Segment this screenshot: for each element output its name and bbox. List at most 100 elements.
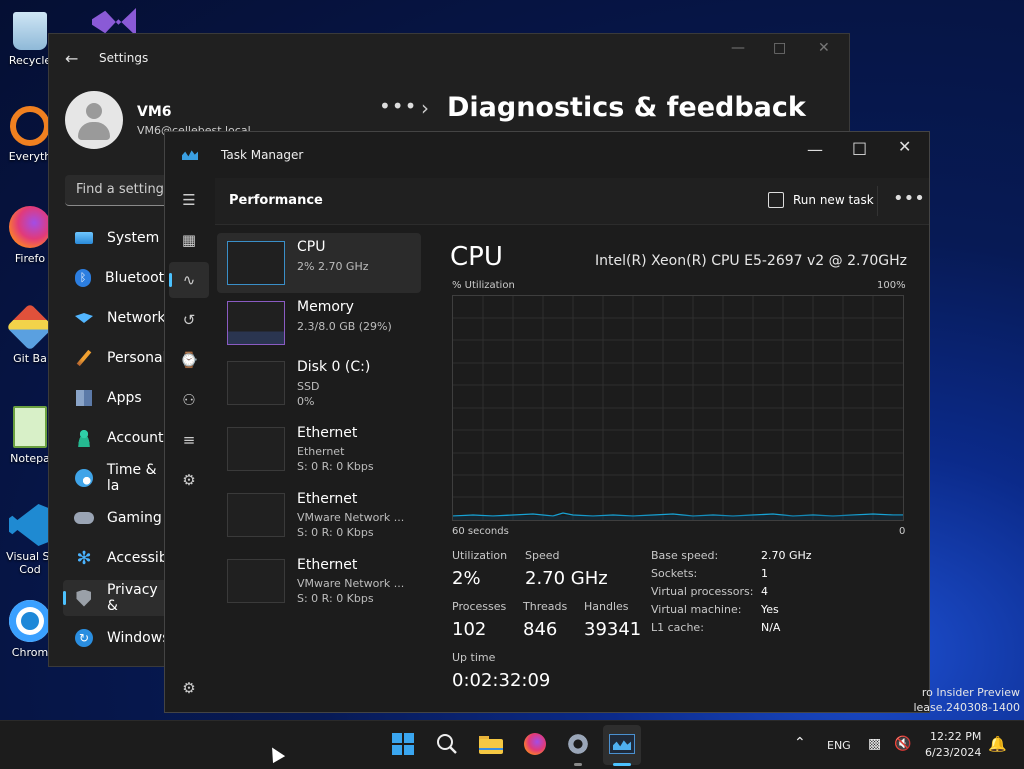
desktop-icon-label: Recycle bbox=[8, 54, 52, 67]
cpu-graph-svg bbox=[453, 296, 903, 520]
settings-nav: System ᛒ Bluetooth Network Personali Apps… bbox=[63, 220, 173, 660]
perf-item-name: Ethernet bbox=[297, 557, 358, 573]
nav-item-gaming[interactable]: Gaming bbox=[63, 500, 173, 536]
minimize-icon[interactable]: — bbox=[807, 140, 823, 159]
detail-key: Sockets: bbox=[651, 567, 698, 580]
perf-item-sub: S: 0 R: 0 Kbps bbox=[297, 592, 374, 605]
nav-item-windows-update[interactable]: ↻ Windows bbox=[63, 620, 173, 656]
perf-item-sub: 2% 2.70 GHz bbox=[297, 260, 369, 273]
volume-muted-icon[interactable]: 🔇 bbox=[894, 736, 911, 752]
uptime-value: 0:02:32:09 bbox=[452, 670, 551, 691]
minimize-icon[interactable]: — bbox=[731, 40, 745, 56]
nav-item-apps[interactable]: Apps bbox=[63, 380, 173, 416]
settings-gear-icon[interactable]: ⚙ bbox=[177, 676, 201, 700]
details-list-icon[interactable]: ≡ bbox=[177, 428, 201, 452]
run-new-task-button[interactable]: Run new task bbox=[768, 192, 874, 208]
gamepad-icon bbox=[73, 507, 95, 529]
nav-item-time-language[interactable]: Time & la bbox=[63, 460, 173, 496]
speed-value: 2.70 GHz bbox=[525, 568, 608, 589]
perf-item-ethernet-3[interactable]: Ethernet VMware Network ... S: 0 R: 0 Kb… bbox=[217, 551, 421, 611]
perf-item-sub: VMware Network ... bbox=[297, 577, 405, 590]
maximize-icon[interactable]: □ bbox=[773, 40, 786, 56]
nav-item-bluetooth[interactable]: ᛒ Bluetooth bbox=[63, 260, 173, 296]
language-indicator[interactable]: ENG bbox=[827, 739, 851, 752]
graph-label-utilization: % Utilization bbox=[452, 280, 515, 291]
perf-item-sub: VMware Network ... bbox=[297, 511, 405, 524]
accessibility-icon: ✻ bbox=[76, 547, 92, 569]
detail-value: Yes bbox=[761, 603, 779, 616]
perf-item-sub: S: 0 R: 0 Kbps bbox=[297, 526, 374, 539]
header-divider bbox=[877, 186, 878, 216]
everything-search-icon bbox=[10, 106, 50, 146]
threads-value: 846 bbox=[523, 619, 558, 640]
run-task-icon bbox=[768, 192, 784, 208]
desktop-icon-label: Chrom bbox=[11, 646, 49, 659]
nav-label: Windows bbox=[107, 630, 170, 646]
breadcrumb-more-button[interactable]: ••• bbox=[379, 94, 417, 118]
chrome-icon bbox=[9, 600, 51, 642]
task-manager-title: Task Manager bbox=[221, 148, 304, 162]
settings-running-indicator bbox=[574, 763, 582, 766]
detail-value: 2.70 GHz bbox=[761, 549, 812, 562]
close-icon[interactable]: ✕ bbox=[898, 137, 911, 156]
person-icon bbox=[73, 427, 95, 449]
users-icon[interactable]: ⚇ bbox=[177, 388, 201, 412]
nav-item-system[interactable]: System bbox=[63, 220, 173, 256]
windows-logo bbox=[392, 733, 414, 755]
processes-label: Processes bbox=[452, 600, 507, 613]
task-manager-icon[interactable] bbox=[609, 731, 635, 757]
performance-header: Performance Run new task ••• bbox=[215, 178, 929, 225]
nav-item-privacy-security[interactable]: Privacy & bbox=[63, 580, 173, 616]
nav-label: Accessibi bbox=[107, 550, 172, 566]
recycle-bin-icon bbox=[13, 12, 47, 50]
visual-studio-icon[interactable] bbox=[92, 8, 136, 36]
perf-item-memory[interactable]: Memory 2.3/8.0 GB (29%) bbox=[217, 293, 421, 353]
performance-icon[interactable]: ∿ bbox=[177, 268, 201, 292]
maximize-icon[interactable]: □ bbox=[852, 138, 867, 157]
processes-icon[interactable]: ▦ bbox=[177, 228, 201, 252]
start-windows-icon[interactable] bbox=[390, 731, 416, 757]
nav-item-personalization[interactable]: Personali bbox=[63, 340, 173, 376]
close-icon[interactable]: ✕ bbox=[818, 40, 830, 56]
nav-label: Gaming bbox=[107, 510, 162, 526]
clock-date[interactable]: 6/23/2024 bbox=[925, 746, 981, 759]
detail-key: Base speed: bbox=[651, 549, 719, 562]
more-options-button[interactable]: ••• bbox=[893, 188, 925, 209]
bluetooth-icon: ᛒ bbox=[73, 267, 93, 289]
update-icon: ↻ bbox=[73, 627, 95, 649]
detail-key: Virtual processors: bbox=[651, 585, 754, 598]
nav-item-accessibility[interactable]: ✻ Accessibi bbox=[63, 540, 173, 576]
perf-item-name: Ethernet bbox=[297, 425, 358, 441]
detail-value: N/A bbox=[761, 621, 781, 634]
processes-value: 102 bbox=[452, 619, 487, 640]
detail-key: L1 cache: bbox=[651, 621, 704, 634]
perf-item-ethernet-2[interactable]: Ethernet VMware Network ... S: 0 R: 0 Kb… bbox=[217, 485, 421, 545]
hamburger-menu-icon[interactable]: ☰ bbox=[177, 188, 201, 212]
perf-item-cpu[interactable]: CPU 2% 2.70 GHz bbox=[217, 233, 421, 293]
app-history-icon[interactable]: ↺ bbox=[177, 308, 201, 332]
nav-item-accounts[interactable]: Accounts bbox=[63, 420, 173, 456]
avatar[interactable] bbox=[65, 91, 123, 149]
brush-icon bbox=[73, 347, 95, 369]
vscode-icon bbox=[9, 504, 51, 546]
search-input[interactable]: Find a setting bbox=[65, 175, 180, 206]
chevron-up-icon[interactable]: ⌃ bbox=[794, 735, 806, 751]
perf-item-disk[interactable]: Disk 0 (C:) SSD 0% bbox=[217, 353, 421, 413]
clock-time[interactable]: 12:22 PM bbox=[930, 730, 981, 743]
settings-icon[interactable] bbox=[565, 731, 591, 757]
search-icon[interactable] bbox=[434, 731, 460, 757]
nav-item-network[interactable]: Network bbox=[63, 300, 173, 336]
file-explorer-icon[interactable] bbox=[478, 731, 504, 757]
utilization-value: 2% bbox=[452, 568, 481, 589]
detail-value: 1 bbox=[761, 567, 768, 580]
perf-item-name: Disk 0 (C:) bbox=[297, 359, 371, 375]
firefox-icon[interactable] bbox=[522, 731, 548, 757]
services-icon[interactable]: ⚙ bbox=[177, 468, 201, 492]
network-icon[interactable]: ▩ bbox=[868, 736, 881, 752]
ethernet-thumbnail bbox=[227, 427, 285, 471]
startup-apps-icon[interactable]: ⌚ bbox=[177, 348, 201, 372]
notification-bell-icon[interactable]: 🔔 bbox=[988, 735, 1007, 753]
perf-item-ethernet-1[interactable]: Ethernet Ethernet S: 0 R: 0 Kbps bbox=[217, 419, 421, 479]
back-arrow-icon[interactable]: ← bbox=[65, 49, 85, 68]
cpu-model: Intel(R) Xeon(R) CPU E5-2697 v2 @ 2.70GH… bbox=[595, 253, 907, 269]
